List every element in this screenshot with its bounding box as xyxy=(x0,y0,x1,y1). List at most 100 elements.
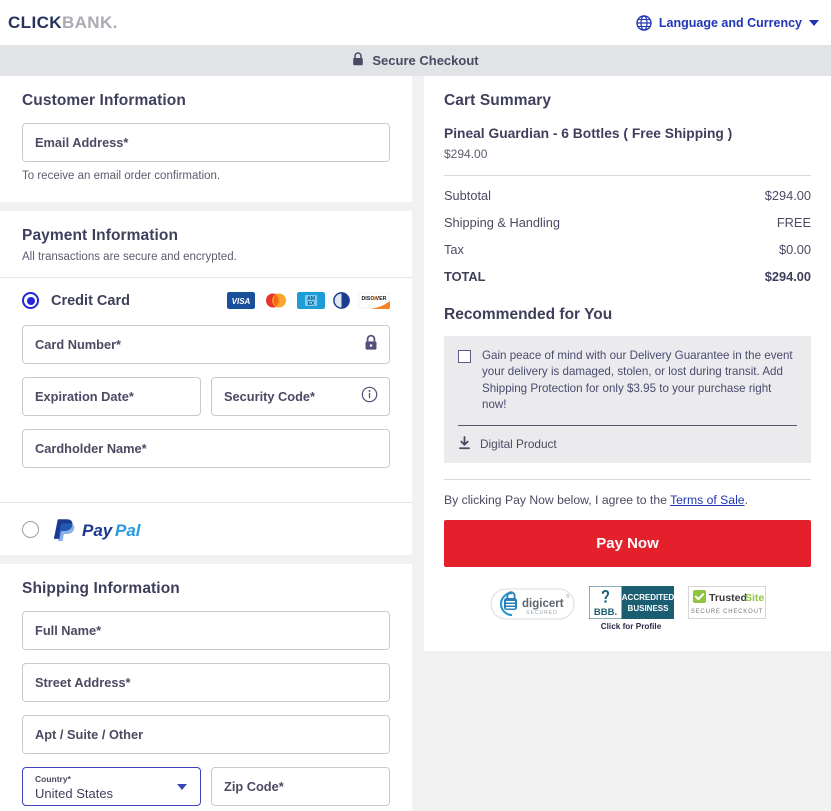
terms-suffix: . xyxy=(744,492,748,507)
credit-card-radio[interactable] xyxy=(22,292,39,309)
language-and-currency-selector[interactable]: Language and Currency xyxy=(636,14,819,31)
terms-agreement-text: By clicking Pay Now below, I agree to th… xyxy=(444,493,811,507)
card-number-field[interactable]: Card Number* xyxy=(22,325,390,364)
clickbank-logo: CLICKBANK. xyxy=(8,13,118,33)
product-price: $294.00 xyxy=(444,147,488,161)
security-code-field[interactable]: Security Code* xyxy=(211,377,390,416)
svg-text:Site: Site xyxy=(745,592,764,604)
svg-text:EX: EX xyxy=(308,301,315,307)
shipping-information-section: Shipping Information Full Name* Street A… xyxy=(0,564,412,811)
mastercard-icon xyxy=(262,292,290,309)
card-expiry-and-cvv-row: Expiration Date* Security Code* xyxy=(22,364,390,416)
svg-text:VISA: VISA xyxy=(232,297,251,306)
digital-product-label: Digital Product xyxy=(480,437,557,452)
cart-summary-section: Cart Summary Pineal Guardian - 6 Bottles… xyxy=(424,76,831,651)
svg-text:Trusted: Trusted xyxy=(709,592,747,604)
svg-text:®: ® xyxy=(566,593,570,600)
payment-information-title: Payment Information xyxy=(22,227,179,244)
country-select[interactable]: Country* United States xyxy=(22,767,201,806)
shipping-protection-text: Gain peace of mind with our Delivery Gua… xyxy=(482,349,793,412)
summary-row-tax: Tax $0.00 xyxy=(444,242,811,257)
checkout-page: CLICKBANK. Language and Currency Secure … xyxy=(0,0,831,811)
info-icon[interactable] xyxy=(361,386,378,408)
total-value: $294.00 xyxy=(764,269,811,284)
discover-icon: DISC VER xyxy=(358,292,390,309)
accepted-card-brands: VISA AM EX DISC VER xyxy=(227,292,390,309)
globe-icon xyxy=(636,14,652,31)
full-name-field[interactable]: Full Name* xyxy=(22,611,390,650)
cardholder-name-field[interactable]: Cardholder Name* xyxy=(22,429,390,468)
country-value: United States xyxy=(35,785,114,801)
paypal-logo: Pay Pal xyxy=(51,516,163,542)
expiration-date-placeholder: Expiration Date* xyxy=(35,389,134,404)
email-field[interactable]: Email Address* xyxy=(22,123,390,162)
card-number-placeholder: Card Number* xyxy=(35,337,122,352)
svg-text:SECURE CHECKOUT: SECURE CHECKOUT xyxy=(690,609,762,615)
payment-information-section: Payment Information All transactions are… xyxy=(0,211,412,555)
divider xyxy=(444,478,811,480)
pay-now-button[interactable]: Pay Now xyxy=(444,519,811,567)
trustedsite-badge[interactable]: Trusted Site SECURE CHECKOUT xyxy=(687,585,766,624)
paypal-radio[interactable] xyxy=(22,520,39,538)
subtotal-label: Subtotal xyxy=(444,188,491,203)
digicert-badge[interactable]: digicert ® SECURED xyxy=(490,586,575,627)
download-icon xyxy=(458,435,471,453)
zip-code-field[interactable]: Zip Code* xyxy=(211,767,390,806)
svg-text:Pal: Pal xyxy=(115,521,142,540)
full-name-placeholder: Full Name* xyxy=(35,623,102,638)
secure-checkout-label: Secure Checkout xyxy=(372,53,479,68)
logo-click-text: CLICK xyxy=(8,12,62,32)
shipping-protection-offer: Gain peace of mind with our Delivery Gua… xyxy=(444,336,811,463)
terms-of-sale-link[interactable]: Terms of Sale xyxy=(670,493,745,507)
summary-row-subtotal: Subtotal $294.00 xyxy=(444,188,811,203)
cart-summary-title: Cart Summary xyxy=(444,92,552,109)
subtotal-value: $294.00 xyxy=(764,188,811,203)
shipping-value: FREE xyxy=(776,215,811,230)
tax-label: Tax xyxy=(444,242,464,257)
lock-icon xyxy=(352,52,364,69)
svg-text:digicert: digicert xyxy=(522,598,564,610)
payment-subtitle: All transactions are secure and encrypte… xyxy=(22,251,237,263)
lock-icon xyxy=(364,334,378,355)
credit-card-label: Credit Card xyxy=(51,292,130,309)
amex-icon: AM EX xyxy=(297,292,325,309)
trust-badges: digicert ® SECURED BBB. ACCREDITED BUSIN… xyxy=(444,585,811,631)
terms-prefix: By clicking Pay Now below, I agree to th… xyxy=(444,492,671,507)
summary-row-total: TOTAL $294.00 xyxy=(444,269,811,284)
checkout-body: Customer Information Email Address* To r… xyxy=(0,76,831,811)
email-helper-text: To receive an email order confirmation. xyxy=(22,170,221,182)
country-and-zip-row: Country* United States Zip Code* xyxy=(22,754,390,806)
svg-text:Pay: Pay xyxy=(82,521,114,540)
payment-method-credit-card[interactable]: Credit Card VISA AM EX DISC VER xyxy=(22,278,390,323)
cardholder-name-placeholder: Cardholder Name* xyxy=(35,441,147,456)
country-label: Country* xyxy=(35,773,71,784)
top-header: CLICKBANK. Language and Currency xyxy=(0,0,831,45)
secure-checkout-bar: Secure Checkout xyxy=(0,45,831,76)
bbb-click-for-profile-label: Click for Profile xyxy=(600,621,662,631)
diners-club-icon xyxy=(332,292,351,309)
right-column: Cart Summary Pineal Guardian - 6 Bottles… xyxy=(424,76,831,811)
email-placeholder: Email Address* xyxy=(35,135,129,150)
shipping-label: Shipping & Handling xyxy=(444,215,560,230)
svg-text:ACCREDITED: ACCREDITED xyxy=(621,593,673,602)
bbb-accredited-business-badge[interactable]: BBB. ACCREDITED BUSINESS Click for Profi… xyxy=(588,585,674,631)
left-column: Customer Information Email Address* To r… xyxy=(0,76,412,811)
product-name: Pineal Guardian - 6 Bottles ( Free Shipp… xyxy=(444,126,733,141)
zip-code-placeholder: Zip Code* xyxy=(224,779,284,794)
chevron-down-icon xyxy=(809,19,819,26)
recommended-title: Recommended for You xyxy=(444,306,613,323)
credit-card-fields: Card Number* Expiration Date* Security C… xyxy=(22,325,390,488)
street-address-field[interactable]: Street Address* xyxy=(22,663,390,702)
total-label: TOTAL xyxy=(444,269,486,284)
apt-suite-other-field[interactable]: Apt / Suite / Other xyxy=(22,715,390,754)
shipping-information-title: Shipping Information xyxy=(22,580,180,597)
logo-bank-text: BANK. xyxy=(61,12,118,32)
shipping-protection-checkbox[interactable] xyxy=(458,350,471,363)
apt-suite-other-placeholder: Apt / Suite / Other xyxy=(35,727,144,742)
expiration-date-field[interactable]: Expiration Date* xyxy=(22,377,201,416)
payment-method-paypal[interactable]: Pay Pal xyxy=(22,503,390,555)
summary-row-shipping: Shipping & Handling FREE xyxy=(444,215,811,230)
svg-text:BBB.: BBB. xyxy=(593,607,616,618)
street-address-placeholder: Street Address* xyxy=(35,675,131,690)
customer-information-title: Customer Information xyxy=(22,92,186,109)
